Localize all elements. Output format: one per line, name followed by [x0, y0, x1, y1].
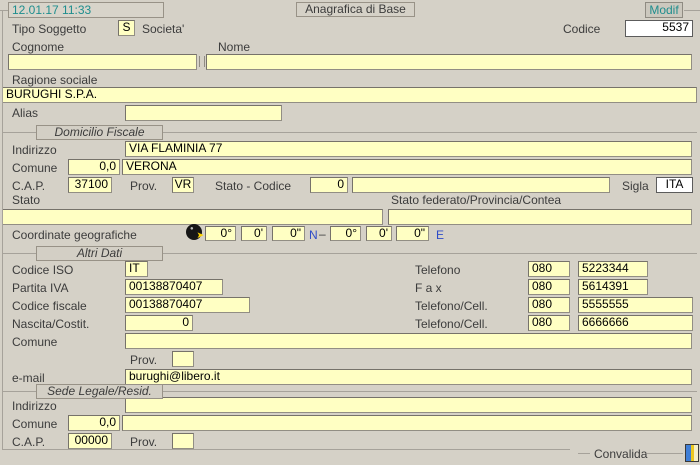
- prov-field[interactable]: VR: [172, 177, 194, 193]
- cap-field[interactable]: 37100: [68, 177, 112, 193]
- coordinate-separator: –: [319, 228, 326, 241]
- stato-label: Stato: [12, 194, 40, 207]
- altri-prov-label: Prov.: [130, 354, 157, 367]
- modif-button[interactable]: Modif: [645, 2, 683, 18]
- tipo-soggetto-desc: Societa': [142, 23, 184, 36]
- codice-iso-field[interactable]: IT: [125, 261, 148, 277]
- codice-label: Codice: [563, 23, 600, 36]
- convalida-label: Convalida: [594, 448, 647, 461]
- lat-min-field[interactable]: 0': [241, 226, 267, 241]
- convalida-icon[interactable]: [685, 444, 699, 462]
- globe-arrow: ➤: [196, 231, 204, 240]
- sede-indirizzo-field[interactable]: [125, 397, 692, 413]
- partita-iva-label: Partita IVA: [12, 282, 68, 295]
- telefono-cell2-number-field[interactable]: 6666666: [578, 315, 693, 331]
- comune-field[interactable]: VERONA: [122, 159, 692, 175]
- sede-prov-field[interactable]: [172, 433, 194, 449]
- sede-prov-label: Prov.: [130, 436, 157, 449]
- footer-line: [3, 449, 570, 450]
- sede-cap-field[interactable]: 00000: [68, 433, 112, 449]
- field-joint: [199, 56, 205, 67]
- prov-label: Prov.: [130, 180, 157, 193]
- lat-direction-label: N: [309, 229, 318, 242]
- stato-federato-label: Stato federato/Provincia/Contea: [391, 194, 561, 207]
- codice-fiscale-label: Codice fiscale: [12, 300, 87, 313]
- fax-label: F a x: [415, 282, 442, 295]
- sede-indirizzo-label: Indirizzo: [12, 400, 57, 413]
- codice-fiscale-field[interactable]: 00138870407: [125, 297, 250, 313]
- page-title: Anagrafica di Base: [296, 2, 415, 17]
- alias-label: Alias: [12, 107, 38, 120]
- telefono-number-field[interactable]: 5223344: [578, 261, 648, 277]
- telefono-cell2-label: Telefono/Cell.: [415, 318, 488, 331]
- telefono-prefix-field[interactable]: 080: [528, 261, 570, 277]
- lon-sec-field[interactable]: 0": [396, 226, 429, 241]
- globe-icon[interactable]: ● ➤: [186, 224, 202, 240]
- cognome-field[interactable]: [8, 54, 197, 70]
- lon-min-field[interactable]: 0': [366, 226, 392, 241]
- indirizzo-label: Indirizzo: [12, 144, 57, 157]
- sede-comune-field[interactable]: [122, 415, 692, 431]
- cognome-label: Cognome: [12, 41, 64, 54]
- ragione-sociale-label: Ragione sociale: [12, 74, 97, 87]
- telefono-cell2-prefix-field[interactable]: 080: [528, 315, 570, 331]
- sede-comune-label: Comune: [12, 418, 57, 431]
- tipo-soggetto-field[interactable]: S: [118, 20, 135, 36]
- telefono-cell1-prefix-field[interactable]: 080: [528, 297, 570, 313]
- footer-line: [647, 453, 683, 454]
- nascita-field[interactable]: 0: [125, 315, 193, 331]
- section-domicilio-fiscale: Domicilio Fiscale: [36, 125, 163, 140]
- altri-prov-field[interactable]: [172, 351, 194, 367]
- comune-label: Comune: [12, 162, 57, 175]
- altri-comune-label: Comune: [12, 336, 57, 349]
- nome-label: Nome: [218, 41, 250, 54]
- section-altri-dati: Altri Dati: [36, 246, 163, 261]
- telefono-label: Telefono: [415, 264, 460, 277]
- coordinate-label: Coordinate geografiche: [12, 229, 137, 242]
- frame-line: [684, 10, 700, 11]
- anagrafica-window: 12.01.17 11:33 Anagrafica di Base Modif …: [0, 0, 700, 465]
- sigla-field[interactable]: ITA: [656, 177, 693, 193]
- telefono-cell1-number-field[interactable]: 5555555: [578, 297, 693, 313]
- stato-federato-field[interactable]: [388, 209, 692, 225]
- stato-codice-label: Stato - Codice: [215, 180, 291, 193]
- altri-comune-field[interactable]: [125, 333, 692, 349]
- frame-line: [2, 10, 3, 450]
- partita-iva-field[interactable]: 00138870407: [125, 279, 223, 295]
- stato-codice-desc-field[interactable]: [352, 177, 610, 193]
- fax-number-field[interactable]: 5614391: [578, 279, 648, 295]
- timestamp: 12.01.17 11:33: [8, 2, 164, 18]
- sigla-label: Sigla: [622, 180, 649, 193]
- lat-deg-field[interactable]: 0°: [205, 226, 236, 241]
- codice-field[interactable]: 5537: [625, 20, 693, 37]
- codice-iso-label: Codice ISO: [12, 264, 73, 277]
- lat-sec-field[interactable]: 0": [272, 226, 305, 241]
- ragione-sociale-field[interactable]: BURUGHI S.P.A.: [2, 87, 697, 103]
- footer-line: [578, 453, 590, 454]
- alias-field[interactable]: [125, 105, 282, 121]
- email-field[interactable]: burughi@libero.it: [125, 369, 692, 385]
- nascita-label: Nascita/Costit.: [12, 318, 89, 331]
- globe-highlight: ●: [190, 226, 194, 232]
- section-sede-legale: Sede Legale/Resid.: [36, 384, 163, 399]
- comune-code-field[interactable]: 0,0: [68, 159, 120, 175]
- stato-codice-field[interactable]: 0: [310, 177, 348, 193]
- lon-direction-label: E: [436, 229, 444, 242]
- tipo-soggetto-label: Tipo Soggetto: [12, 23, 86, 36]
- lon-deg-field[interactable]: 0°: [330, 226, 361, 241]
- stato-field[interactable]: [2, 209, 383, 225]
- telefono-cell1-label: Telefono/Cell.: [415, 300, 488, 313]
- indirizzo-field[interactable]: VIA FLAMINIA 77: [125, 141, 692, 157]
- cap-label: C.A.P.: [12, 180, 45, 193]
- sede-comune-code-field[interactable]: 0,0: [68, 415, 120, 431]
- nome-field[interactable]: [206, 54, 692, 70]
- sede-cap-label: C.A.P.: [12, 436, 45, 449]
- fax-prefix-field[interactable]: 080: [528, 279, 570, 295]
